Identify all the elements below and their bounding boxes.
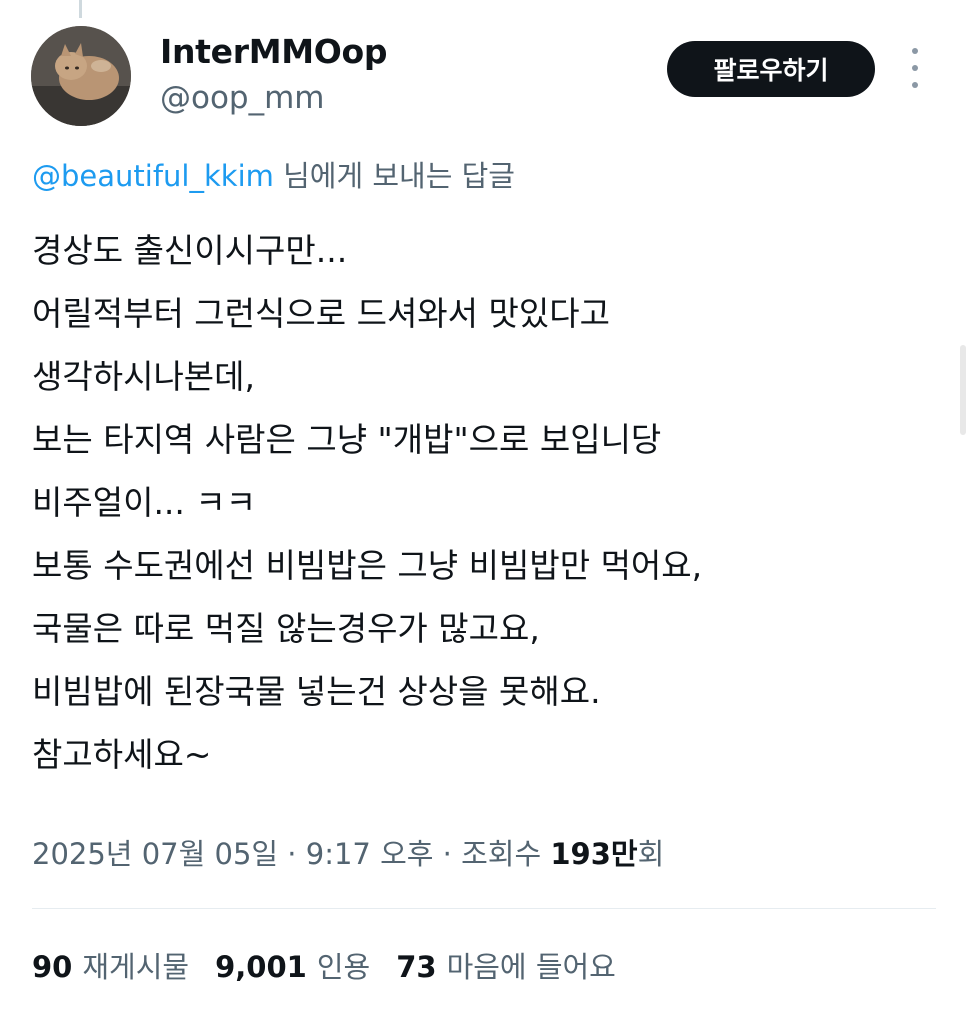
thread-connector-line [79,0,82,18]
reposts-label: 재게시물 [82,950,190,984]
reply-mention-link[interactable]: @beautiful_kkim [32,159,274,193]
divider [32,908,936,909]
scrollbar[interactable] [960,345,966,435]
reply-context-suffix: 님에게 보내는 답글 [273,159,515,193]
reply-context: @beautiful_kkim 님에게 보내는 답글 [32,156,515,196]
tweet-timestamp[interactable]: 2025년 07월 05일 · 9:17 오후 · 조회수 [32,837,550,871]
author-handle[interactable]: @oop_mm [160,78,325,118]
tweet-text-line: 비빔밥에 된장국물 넣는건 상상을 못해요. [32,672,601,711]
quotes-label: 인용 [316,950,371,984]
quotes-count: 9,001 [215,950,307,984]
follow-button[interactable]: 팔로우하기 [667,41,875,97]
avatar[interactable] [31,26,131,126]
likes-count: 73 [396,950,437,984]
tweet-timestamp-views: 2025년 07월 05일 · 9:17 오후 · 조회수 193만회 [32,832,664,876]
tweet-text: 경상도 출신이시구만... 어릴적부터 그런식으로 드셔와서 맛있다고 생각하시… [32,219,932,786]
quotes-stat[interactable]: 9,001 인용 [215,945,370,989]
tweet-text-line: 생각하시나본데, [32,357,256,396]
reposts-stat[interactable]: 90 재게시물 [32,945,189,989]
tweet-text-line: 참고하세요~ [32,735,212,774]
reposts-count: 90 [32,950,73,984]
author-display-name[interactable]: InterMMOop [160,30,388,74]
views-count: 193만 [550,837,638,871]
likes-label: 마음에 들어요 [446,950,616,984]
likes-stat[interactable]: 73 마음에 들어요 [396,945,616,989]
tweet-text-line: 보는 타지역 사람은 그냥 "개밥"으로 보입니당 [32,420,662,459]
tweet-text-line: 국물은 따로 먹질 않는경우가 많고요, [32,609,540,648]
engagement-stats: 90 재게시물 9,001 인용 73 마음에 들어요 [32,945,642,989]
avatar-cat-photo [31,26,131,126]
tweet-text-line: 어릴적부터 그런식으로 드셔와서 맛있다고 [32,294,610,333]
tweet-text-line: 비주얼이... ㅋㅋ [32,483,257,522]
views-suffix: 회 [637,837,665,871]
tweet-text-line: 보통 수도권에선 비빔밥은 그냥 비빔밥만 먹어요, [32,546,703,585]
tweet-text-line: 경상도 출신이시구만... [32,231,348,270]
more-vertical-icon[interactable] [902,48,928,88]
